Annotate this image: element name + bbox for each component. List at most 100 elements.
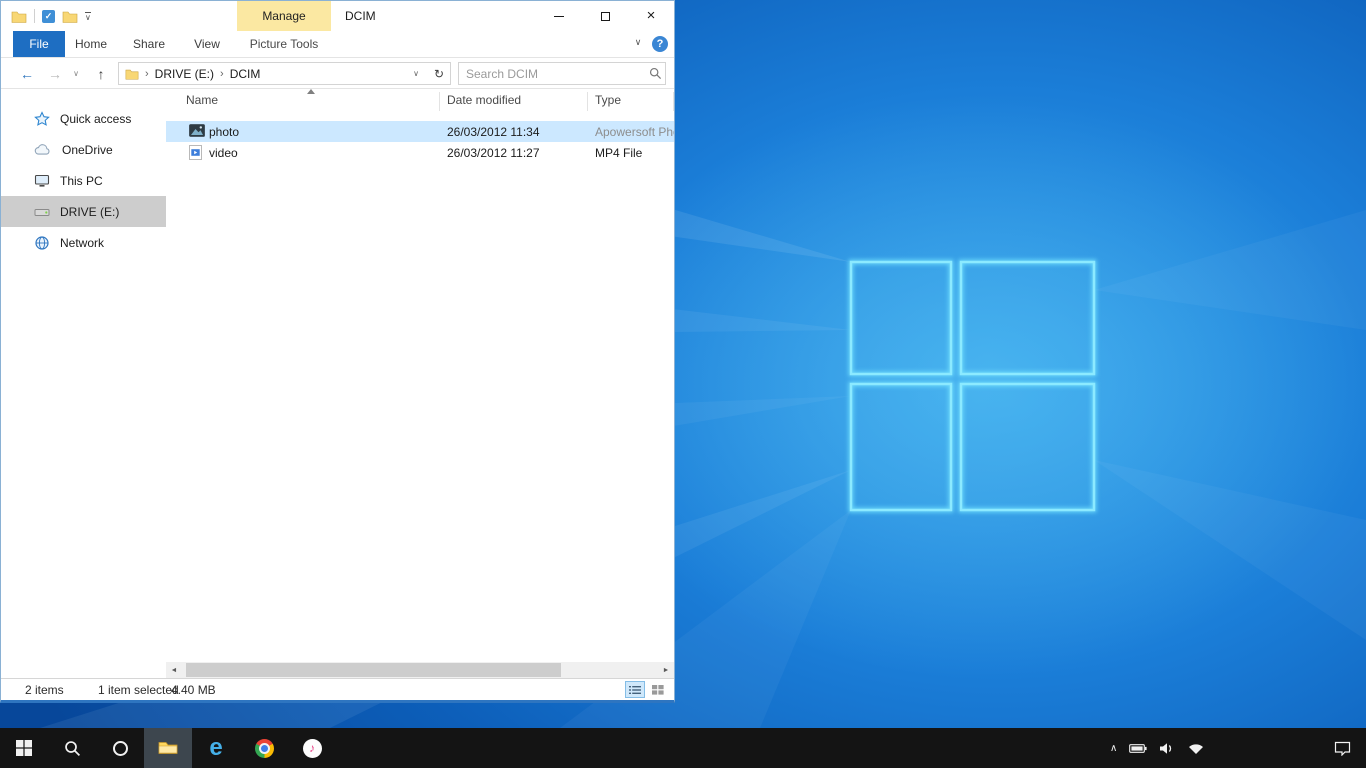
start-button[interactable] <box>0 728 48 768</box>
close-button[interactable]: × <box>628 1 674 31</box>
sidebar-item-network[interactable]: Network <box>1 227 166 258</box>
ribbon-tabs: File Home Share View Picture Tools ∨ ? <box>1 31 674 58</box>
sidebar-item-label: DRIVE (E:) <box>60 205 119 219</box>
help-button[interactable]: ? <box>652 36 668 52</box>
tab-file[interactable]: File <box>13 31 65 57</box>
window-title: DCIM <box>345 1 376 31</box>
column-divider[interactable] <box>673 92 674 111</box>
file-date-modified: 26/03/2012 11:27 <box>447 146 540 160</box>
file-row-photo[interactable]: photo 26/03/2012 11:34 Apowersoft Pho <box>166 121 674 142</box>
taskbar-app-buttons: e ♪ <box>0 728 336 768</box>
column-header-date-modified[interactable]: Date modified <box>447 93 521 107</box>
file-date-modified: 26/03/2012 11:34 <box>447 125 540 139</box>
scrollbar-thumb[interactable] <box>186 663 561 677</box>
sidebar-item-drive-e[interactable]: DRIVE (E:) <box>1 196 166 227</box>
volume-icon[interactable] <box>1159 742 1175 755</box>
title-bar: ✓ ∨ Manage DCIM × <box>1 1 674 31</box>
selection-size: 4.40 MB <box>171 683 216 697</box>
sidebar-item-label: Network <box>60 236 104 250</box>
new-folder-icon[interactable] <box>62 10 78 23</box>
navigation-pane: Quick access OneDrive This PC DRIVE (E:) <box>1 89 166 678</box>
minimize-icon <box>554 16 564 17</box>
tab-share[interactable]: Share <box>121 31 177 57</box>
expand-ribbon-chevron-icon[interactable]: ∨ <box>629 37 647 48</box>
maximize-icon <box>601 12 610 21</box>
file-list: Name Date modified Type photo 26/03/2012… <box>166 89 674 662</box>
breadcrumb-drive[interactable]: DRIVE (E:) <box>155 67 214 81</box>
address-bar[interactable]: › DRIVE (E:) › DCIM ∨ ↻ <box>118 62 451 85</box>
taskbar-file-explorer-button[interactable] <box>144 728 192 768</box>
status-bar: 2 items 1 item selected 4.40 MB <box>1 678 674 700</box>
file-type: MP4 File <box>595 146 642 160</box>
file-explorer-window: ✓ ∨ Manage DCIM × File Home Share View P… <box>0 0 675 703</box>
scroll-right-arrow-icon[interactable]: ► <box>658 662 674 678</box>
back-button[interactable]: ← <box>15 58 39 89</box>
large-icons-view-icon <box>652 685 664 695</box>
hidden-icons-chevron-icon[interactable]: ∧ <box>1110 743 1117 754</box>
search-box <box>458 62 666 85</box>
tab-group-manage[interactable]: Manage <box>237 1 331 31</box>
chrome-icon <box>255 739 274 758</box>
quick-access-toolbar: ✓ ∨ <box>11 1 91 31</box>
file-type: Apowersoft Pho <box>595 125 674 139</box>
taskbar: e ♪ ∧ <box>0 728 1366 768</box>
breadcrumb-chevron-icon: › <box>145 68 149 80</box>
network-icon <box>34 235 50 251</box>
cloud-icon <box>34 144 52 156</box>
file-explorer-icon <box>158 740 178 756</box>
search-icon <box>64 740 81 757</box>
battery-icon[interactable] <box>1129 743 1147 754</box>
refresh-icon[interactable]: ↻ <box>430 67 450 81</box>
item-count: 2 items <box>25 683 64 697</box>
address-dropdown-chevron-icon[interactable]: ∨ <box>408 69 424 78</box>
tab-home[interactable]: Home <box>65 31 117 57</box>
qat-customize-chevron-icon[interactable]: ∨ <box>85 12 91 21</box>
cortana-icon <box>113 741 128 756</box>
recent-locations-chevron-icon[interactable]: ∨ <box>69 58 83 89</box>
action-center-button[interactable] <box>1318 728 1366 768</box>
large-icons-view-button[interactable] <box>648 681 668 698</box>
horizontal-scrollbar[interactable]: ◄ ► <box>166 662 674 678</box>
tab-picture-tools[interactable]: Picture Tools <box>237 31 331 57</box>
itunes-icon: ♪ <box>303 739 322 758</box>
tab-view[interactable]: View <box>181 31 233 57</box>
file-name: video <box>209 146 238 160</box>
network-wifi-icon[interactable] <box>1187 742 1205 755</box>
folder-icon <box>125 68 139 80</box>
computer-icon <box>34 174 50 188</box>
sort-ascending-icon <box>307 89 315 94</box>
sidebar-item-quick-access[interactable]: Quick access <box>1 103 166 134</box>
internet-explorer-button[interactable]: e <box>192 728 240 768</box>
video-file-icon <box>189 145 202 163</box>
search-input[interactable] <box>459 66 645 82</box>
selection-count: 1 item selected <box>98 683 179 697</box>
minimize-button[interactable] <box>536 1 582 31</box>
column-divider[interactable] <box>587 92 588 111</box>
cortana-button[interactable] <box>96 728 144 768</box>
windows-start-icon <box>16 740 32 756</box>
breadcrumb-dcim[interactable]: DCIM <box>230 67 261 81</box>
maximize-button[interactable] <box>582 1 628 31</box>
view-toggle-buttons <box>625 681 668 698</box>
sidebar-item-label: OneDrive <box>62 143 113 157</box>
column-header-type[interactable]: Type <box>595 93 621 107</box>
system-tray: ∧ <box>1110 728 1205 768</box>
file-name: photo <box>209 125 239 139</box>
properties-icon[interactable]: ✓ <box>42 10 55 23</box>
column-divider[interactable] <box>439 92 440 111</box>
details-view-button[interactable] <box>625 681 645 698</box>
taskbar-search-button[interactable] <box>48 728 96 768</box>
file-row-video[interactable]: video 26/03/2012 11:27 MP4 File <box>166 142 674 163</box>
itunes-button[interactable]: ♪ <box>288 728 336 768</box>
forward-button[interactable]: → <box>43 58 67 89</box>
details-view-icon <box>629 685 641 695</box>
chrome-button[interactable] <box>240 728 288 768</box>
sidebar-item-this-pc[interactable]: This PC <box>1 165 166 196</box>
sidebar-item-onedrive[interactable]: OneDrive <box>1 134 166 165</box>
search-icon[interactable] <box>645 67 665 80</box>
scroll-left-arrow-icon[interactable]: ◄ <box>166 662 182 678</box>
column-header-name[interactable]: Name <box>186 93 218 107</box>
internet-explorer-icon: e <box>209 736 222 760</box>
caption-buttons: × <box>536 1 674 31</box>
up-button[interactable]: ↑ <box>89 58 113 89</box>
